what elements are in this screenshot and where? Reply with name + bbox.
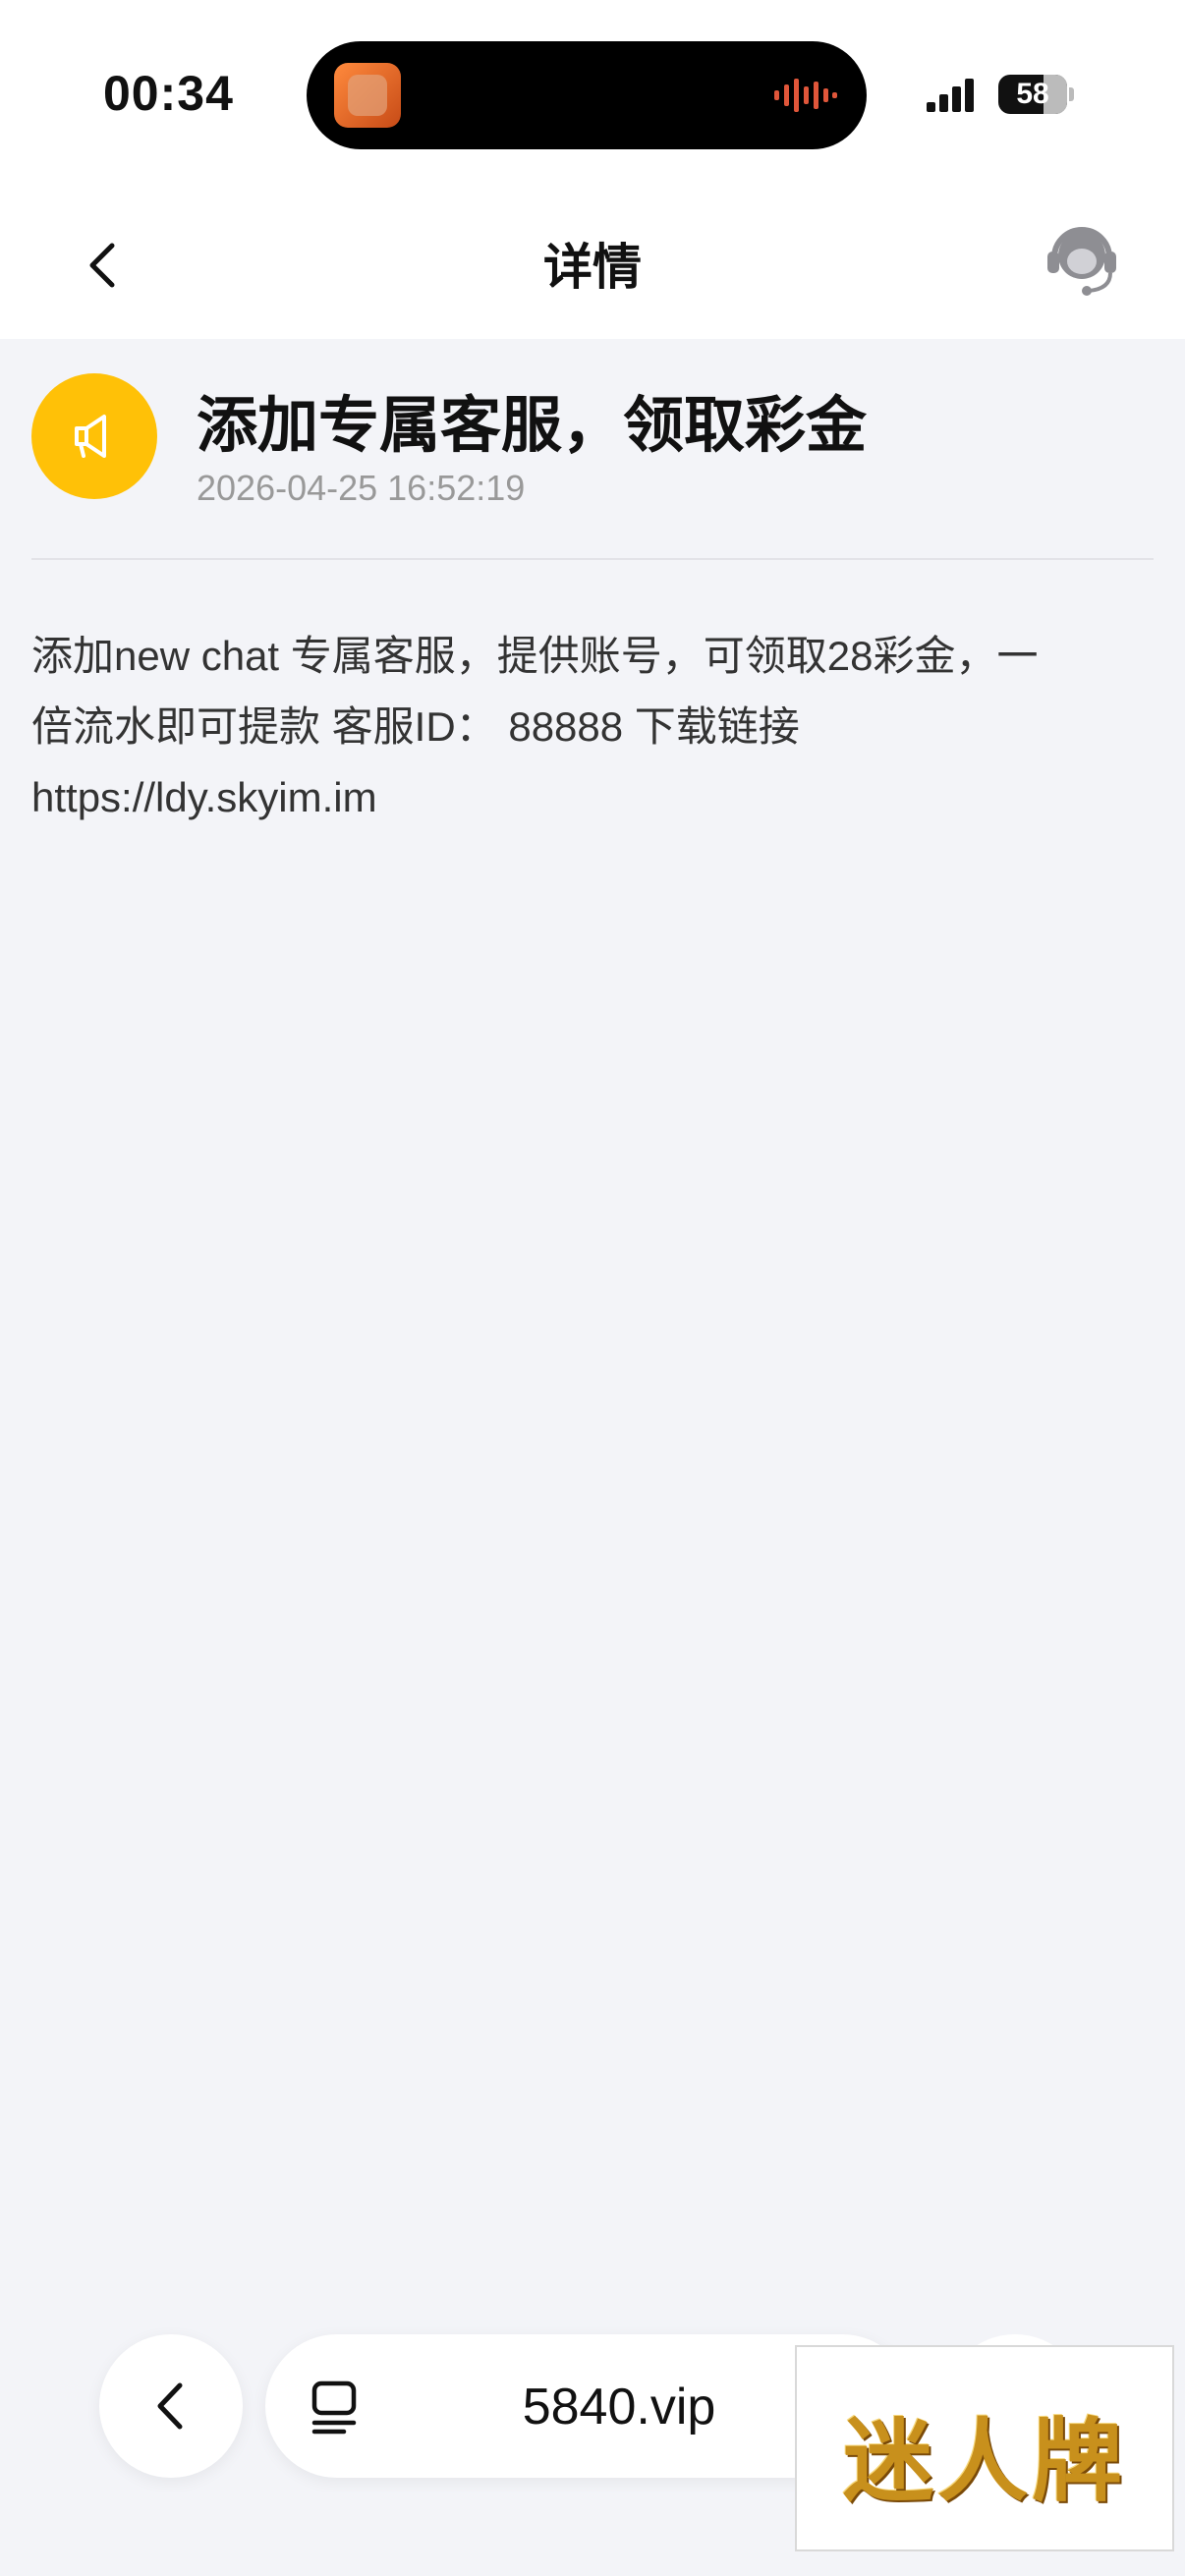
page-title: 详情	[543, 240, 642, 295]
divider	[31, 558, 1154, 560]
battery-tip	[1069, 87, 1074, 101]
message-timestamp: 2026-04-25 16:52:19	[197, 468, 526, 508]
browser-back-button[interactable]	[99, 2334, 243, 2478]
status-time: 00:34	[103, 66, 234, 121]
megaphone-icon	[75, 415, 106, 458]
back-chevron-icon	[157, 2382, 183, 2430]
status-bar: 00:34 58	[0, 0, 1185, 187]
ad-text: 迷人牌	[842, 2408, 1126, 2514]
message-link[interactable]: https://ldy.skyim.im	[31, 762, 1154, 833]
nav-bar: 详情	[0, 187, 1185, 339]
message-body: 添加new chat 专属客服，提供账号，可领取28彩金，一 倍流水即可提款 客…	[31, 621, 1154, 833]
announcement-avatar	[31, 373, 157, 499]
customer-service-icon[interactable]	[1042, 218, 1122, 299]
message-body-line: 添加new chat 专属客服，提供账号，可领取28彩金，一	[31, 633, 1039, 679]
audio-wave-icon	[774, 79, 837, 112]
message-title: 添加专属客服，领取彩金	[197, 392, 868, 460]
signal-icon	[927, 79, 974, 112]
now-playing-thumbnail	[334, 63, 401, 128]
battery-icon: 58	[998, 75, 1067, 114]
message-body-line: 倍流水即可提款 客服ID： 88888 下载链接	[31, 703, 800, 750]
dynamic-island[interactable]	[307, 41, 867, 149]
battery-level: 58	[1016, 78, 1049, 110]
ad-banner[interactable]: 迷人牌	[795, 2345, 1174, 2551]
